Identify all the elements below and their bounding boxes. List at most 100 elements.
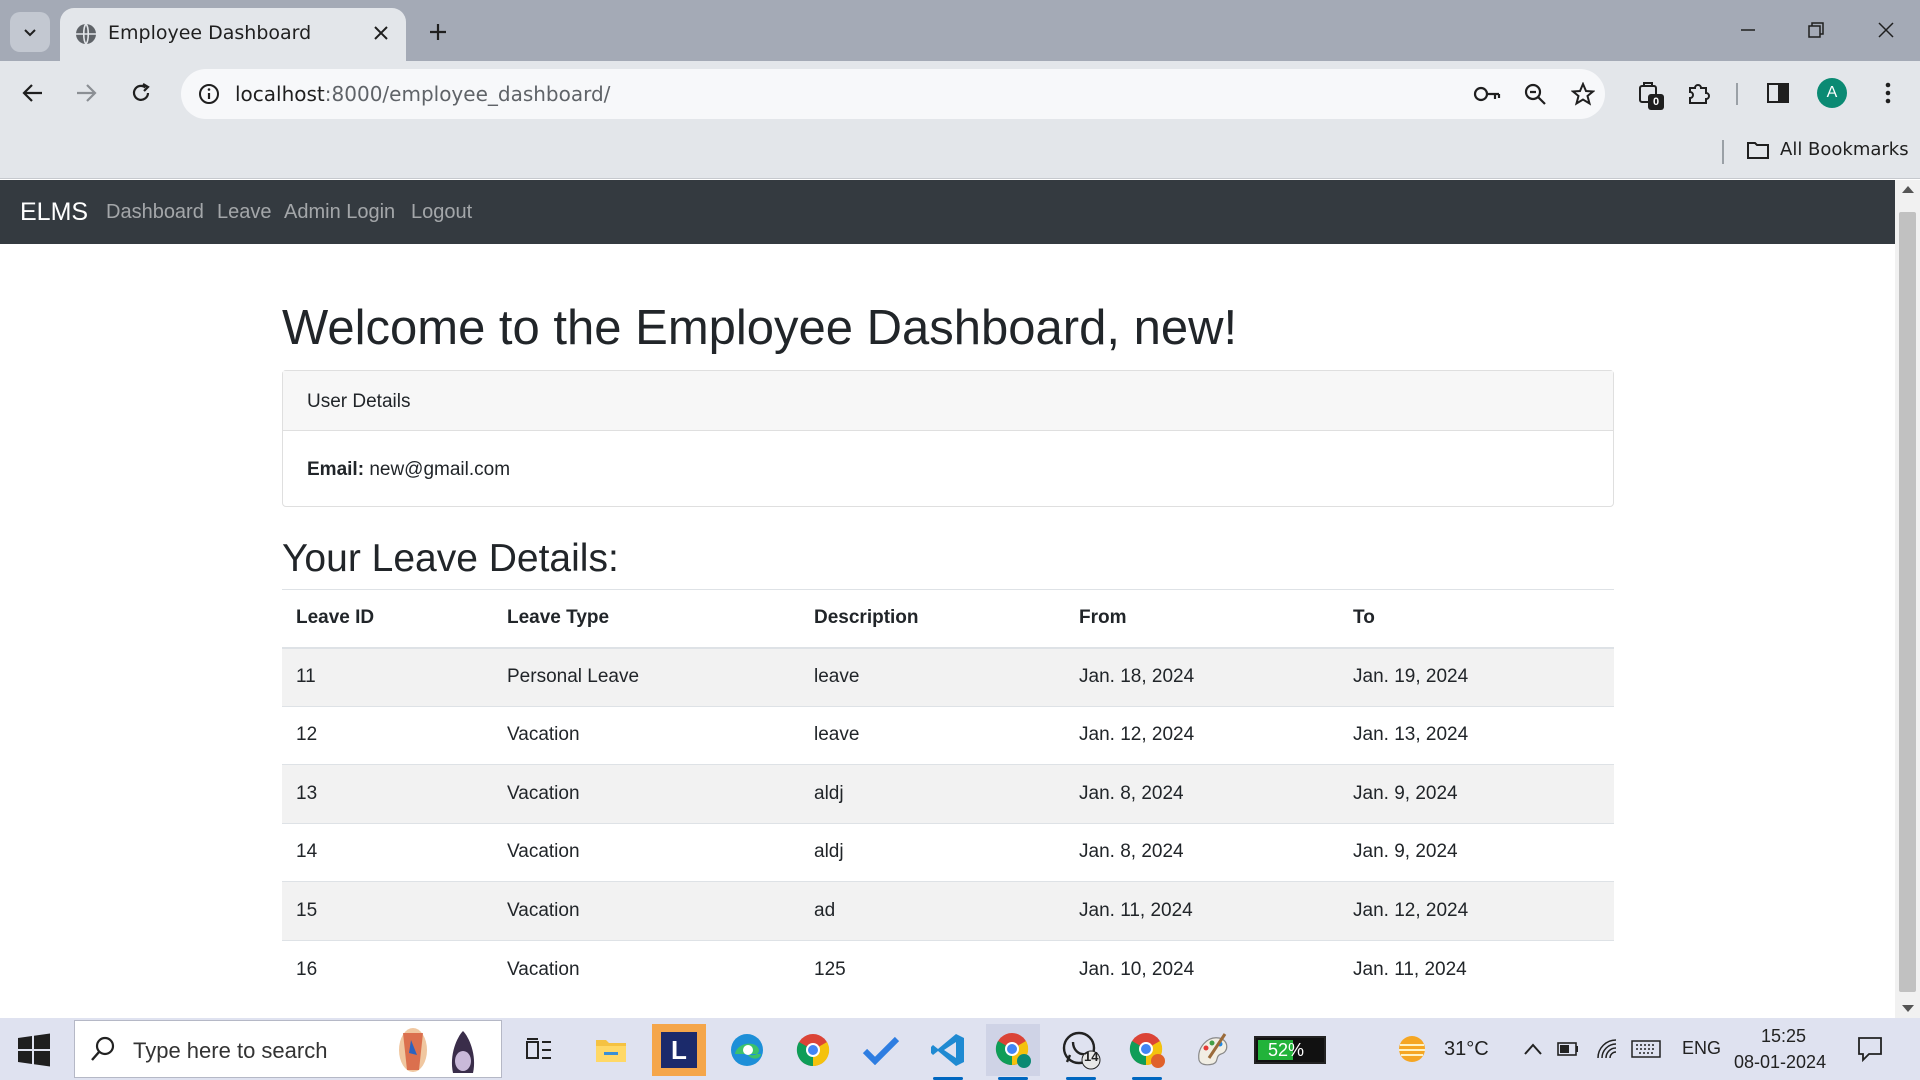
close-tab-button[interactable] [368, 20, 394, 46]
task-view-icon [526, 1038, 551, 1059]
cell-leave-id: 14 [282, 822, 493, 882]
battery-indicator[interactable]: 52% [1254, 1036, 1326, 1064]
nav-link-logout[interactable]: Logout [411, 201, 472, 224]
close-icon [1878, 22, 1894, 38]
cell-to: Jan. 19, 2024 [1339, 647, 1614, 706]
profile-button[interactable]: A [1813, 74, 1851, 112]
scroll-thumb[interactable] [1899, 212, 1916, 992]
cell-description: leave [800, 647, 1065, 706]
cell-to: Jan. 13, 2024 [1339, 705, 1614, 765]
url-path: :8000/employee_dashboard/ [324, 82, 611, 106]
extensions-menu-button[interactable] [1680, 74, 1718, 112]
chrome-button[interactable] [786, 1024, 840, 1076]
todo-button[interactable] [854, 1024, 908, 1076]
clock-date[interactable]: 08-01-2024 [1734, 1052, 1826, 1073]
address-bar[interactable]: localhost:8000/employee_dashboard/ [181, 69, 1605, 119]
window-close-button[interactable] [1856, 10, 1916, 50]
new-tab-button[interactable] [422, 16, 454, 48]
nav-link-dashboard[interactable]: Dashboard [106, 201, 204, 224]
scroll-down-arrow[interactable] [1902, 1005, 1914, 1012]
nav-link-admin-login[interactable]: Admin Login [284, 201, 395, 224]
cell-leave-id: 13 [282, 764, 493, 823]
bookmarks-bar: All Bookmarks [0, 126, 1920, 179]
all-bookmarks-label: All Bookmarks [1780, 139, 1909, 160]
tab-title: Employee Dashboard [108, 22, 312, 44]
vscode-button[interactable] [921, 1024, 975, 1080]
task-view-button[interactable] [512, 1024, 566, 1076]
close-icon [374, 26, 388, 40]
navbar-brand[interactable]: ELMS [20, 198, 88, 227]
wifi-icon[interactable] [1596, 1038, 1618, 1060]
globe-icon [76, 23, 96, 45]
cell-from: Jan. 8, 2024 [1065, 822, 1339, 882]
cell-from: Jan. 8, 2024 [1065, 764, 1339, 823]
edge-icon [731, 1034, 763, 1066]
search-icon [91, 1036, 115, 1061]
taskbar-search-box[interactable]: Type here to search [74, 1020, 502, 1078]
minimize-button[interactable] [1718, 10, 1778, 50]
browser-toolbar: localhost:8000/employee_dashboard/ 0 A [0, 61, 1920, 126]
table-row: 14 Vacation aldj Jan. 8, 2024 Jan. 9, 20… [282, 822, 1614, 882]
search-highlight-icon [399, 1028, 475, 1073]
cell-leave-id: 12 [282, 705, 493, 765]
forward-icon [77, 84, 97, 102]
vscode-icon [931, 1034, 964, 1066]
back-icon [22, 84, 42, 102]
paint-icon [1198, 1033, 1228, 1066]
card-body: Email: new@gmail.com [283, 431, 1613, 509]
cell-leave-type: Vacation [493, 764, 800, 823]
weather-sun-icon[interactable] [1395, 1032, 1429, 1066]
checkmark-icon [862, 1036, 900, 1065]
reload-button[interactable] [121, 73, 161, 113]
clock-time[interactable]: 15:25 [1761, 1026, 1806, 1047]
avatar: A [1817, 78, 1847, 108]
zoom-button[interactable] [1519, 78, 1551, 110]
table-row: 12 Vacation leave Jan. 12, 2024 Jan. 13,… [282, 705, 1614, 765]
file-explorer-button[interactable] [584, 1024, 638, 1076]
windows-icon[interactable] [14, 1032, 54, 1068]
whatsapp-button[interactable]: 14 [1054, 1024, 1108, 1080]
nav-link-leave[interactable]: Leave [217, 201, 272, 224]
url-text[interactable]: localhost:8000/employee_dashboard/ [235, 82, 610, 106]
site-info-button[interactable] [193, 78, 225, 110]
chrome-icon [796, 1034, 830, 1067]
chrome-icon [995, 1033, 1031, 1068]
weather-temp[interactable]: 31°C [1444, 1038, 1489, 1061]
battery-icon[interactable] [1557, 1040, 1579, 1058]
minimize-icon [1741, 29, 1755, 31]
chevron-up-icon[interactable] [1523, 1042, 1543, 1056]
star-icon [1571, 82, 1595, 106]
chrome-profile-b-button[interactable] [1120, 1024, 1174, 1080]
cell-to: Jan. 12, 2024 [1339, 881, 1614, 940]
edge-button[interactable] [720, 1024, 774, 1076]
puzzle-icon [1689, 84, 1710, 104]
battery-percent: 52% [1268, 1040, 1305, 1060]
back-button[interactable] [13, 73, 53, 113]
col-header-leave-type: Leave Type [493, 589, 800, 649]
chrome-profile-a-button[interactable] [986, 1024, 1040, 1080]
browser-tab-active[interactable]: Employee Dashboard [60, 8, 406, 61]
extension-button[interactable]: 0 [1630, 74, 1668, 112]
app-l-button[interactable]: L [652, 1024, 706, 1076]
toolbar-divider [1736, 83, 1738, 105]
all-bookmarks-button[interactable]: All Bookmarks [1746, 139, 1909, 160]
notification-icon[interactable] [1857, 1036, 1883, 1062]
language-indicator[interactable]: ENG [1682, 1038, 1721, 1059]
bookmark-star-button[interactable] [1567, 78, 1599, 110]
restore-button[interactable] [1786, 10, 1846, 50]
url-host: localhost [235, 82, 325, 106]
keyboard-icon[interactable] [1631, 1040, 1661, 1058]
table-row: 16 Vacation 125 Jan. 10, 2024 Jan. 11, 2… [282, 939, 1614, 999]
scroll-up-arrow[interactable] [1902, 186, 1914, 193]
cell-to: Jan. 9, 2024 [1339, 822, 1614, 882]
tab-search-button[interactable] [10, 12, 50, 52]
cell-leave-type: Vacation [493, 822, 800, 882]
chevron-down-icon [24, 29, 36, 37]
page-scrollbar[interactable] [1895, 180, 1920, 1018]
side-panel-button[interactable] [1759, 74, 1797, 112]
password-key-button[interactable] [1471, 78, 1503, 110]
forward-button[interactable] [66, 73, 106, 113]
browser-menu-button[interactable] [1869, 74, 1907, 112]
paint-button[interactable] [1186, 1024, 1240, 1076]
leave-details-heading: Your Leave Details: [282, 537, 619, 580]
